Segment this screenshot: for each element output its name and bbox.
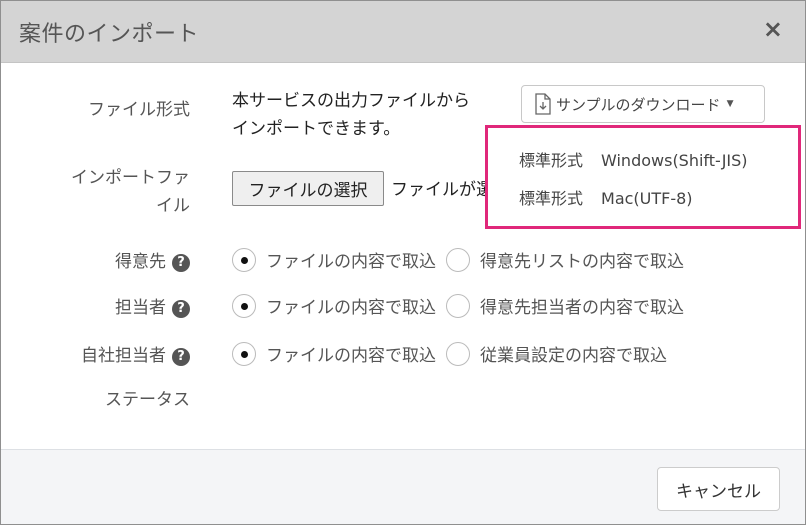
own-person-radio-employee[interactable] [446, 341, 470, 366]
file-format-desc-line1: 本サービスの出力ファイルから [232, 91, 470, 111]
menu-item-type: 標準形式 [519, 189, 584, 208]
dialog-title: 案件のインポート [19, 22, 200, 47]
caret-down-icon: ▼ [726, 99, 734, 109]
person-radio-file-label: ファイルの内容で取込 [266, 298, 436, 318]
dialog-body: ファイル形式 本サービスの出力ファイルから インポートできます。 サンプルのダウ… [1, 63, 805, 449]
close-icon[interactable]: × [763, 17, 783, 41]
own-person-radio-file-label: ファイルの内容で取込 [266, 346, 436, 366]
download-format-menu: 標準形式 Windows(Shift-JIS) 標準形式 Mac(UTF-8) [485, 125, 801, 229]
help-icon[interactable]: ? [172, 300, 190, 318]
person-label: 担当者? [115, 293, 190, 318]
client-radio-file[interactable] [232, 247, 256, 272]
client-label-text: 得意先 [115, 252, 166, 272]
own-person-radio-file[interactable] [232, 341, 256, 366]
menu-item-format: Windows(Shift-JIS) [601, 151, 748, 170]
menu-item-windows[interactable]: 標準形式 Windows(Shift-JIS) [519, 147, 748, 171]
person-radio-file[interactable] [232, 293, 256, 318]
file-status-text: ファイルが選択されていません [391, 180, 486, 200]
own-person-radio-group: ファイルの内容で取込 従業員設定の内容で取込 [232, 341, 677, 367]
person-radio-list-label: 得意先担当者の内容で取込 [480, 298, 684, 318]
person-label-text: 担当者 [115, 298, 166, 318]
import-file-label-line1: インポートファ [71, 168, 190, 188]
dialog-header: 案件のインポート × [1, 1, 805, 63]
import-dialog: 案件のインポート × ファイル形式 本サービスの出力ファイルから インポートでき… [0, 0, 806, 525]
client-radio-file-label: ファイルの内容で取込 [266, 252, 436, 272]
own-person-label-text: 自社担当者 [81, 346, 166, 366]
file-format-label: ファイル形式 [88, 100, 190, 120]
client-radio-list-label: 得意先リストの内容で取込 [480, 252, 684, 272]
import-file-label-line2: イル [156, 196, 190, 216]
file-format-desc-line2: インポートできます。 [232, 119, 401, 139]
status-label: ステータス [105, 390, 190, 410]
dialog-footer: キャンセル [1, 449, 805, 524]
sample-download-button[interactable]: サンプルのダウンロード ▼ [521, 85, 765, 123]
client-radio-group: ファイルの内容で取込 得意先リストの内容で取込 [232, 247, 694, 273]
client-label: 得意先? [115, 247, 190, 272]
help-icon[interactable]: ? [172, 348, 190, 366]
help-icon[interactable]: ? [172, 254, 190, 272]
client-radio-list[interactable] [446, 247, 470, 272]
cancel-button[interactable]: キャンセル [657, 467, 780, 511]
menu-item-mac[interactable]: 標準形式 Mac(UTF-8) [519, 185, 693, 209]
sample-download-label: サンプルのダウンロード [556, 95, 721, 114]
own-person-label: 自社担当者? [81, 341, 190, 366]
person-radio-group: ファイルの内容で取込 得意先担当者の内容で取込 [232, 293, 694, 319]
file-download-icon [535, 93, 551, 115]
own-person-radio-employee-label: 従業員設定の内容で取込 [480, 346, 667, 366]
menu-item-format: Mac(UTF-8) [601, 189, 693, 208]
person-radio-list[interactable] [446, 293, 470, 318]
menu-item-type: 標準形式 [519, 151, 584, 170]
choose-file-button[interactable]: ファイルの選択 [232, 171, 384, 206]
